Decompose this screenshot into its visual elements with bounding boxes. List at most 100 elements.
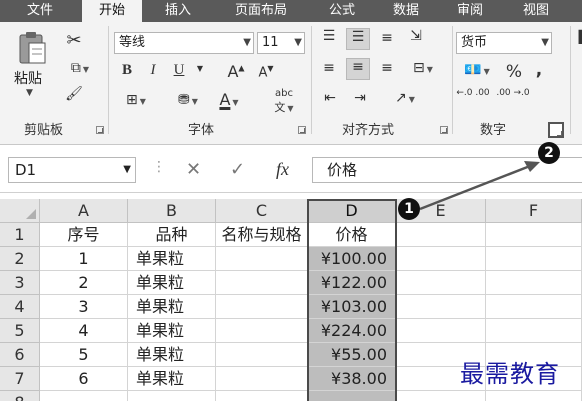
cell-d6[interactable]: ¥55.00 bbox=[308, 343, 396, 367]
cell-c5[interactable] bbox=[216, 319, 308, 343]
orientation-button[interactable]: ↗ ▼ bbox=[386, 90, 424, 106]
cell-f1[interactable] bbox=[486, 223, 582, 247]
cell-b1[interactable]: 品种 bbox=[128, 223, 216, 247]
cell-b4[interactable]: 单果粒 bbox=[128, 295, 216, 319]
decrease-indent-button[interactable]: ⇤ bbox=[318, 90, 342, 106]
format-painter-button[interactable]: 🖌 bbox=[62, 86, 86, 102]
row-header[interactable]: 1 bbox=[0, 223, 40, 247]
insert-function-icon[interactable]: fx bbox=[276, 159, 289, 180]
cell-a6[interactable]: 5 bbox=[40, 343, 128, 367]
borders-button[interactable]: ⊞ ▼ bbox=[116, 92, 156, 108]
cell-a8[interactable] bbox=[40, 391, 128, 401]
row-header[interactable]: 5 bbox=[0, 319, 40, 343]
tab-page-layout[interactable]: 页面布局 bbox=[218, 0, 304, 22]
bold-button[interactable]: B bbox=[118, 62, 136, 79]
cell-d8[interactable] bbox=[308, 391, 396, 401]
decrease-decimal-button[interactable]: .00 →.0 bbox=[496, 88, 530, 99]
cell-f2[interactable] bbox=[486, 247, 582, 271]
cell-a7[interactable]: 6 bbox=[40, 367, 128, 391]
copy-button[interactable]: ⧉ ▼ bbox=[60, 60, 100, 76]
cell-e5[interactable] bbox=[396, 319, 486, 343]
font-color-button[interactable]: A ▼ bbox=[212, 90, 246, 109]
tab-file[interactable]: 文件 bbox=[14, 0, 66, 22]
font-dialog-launcher[interactable] bbox=[298, 126, 306, 134]
cell-b7[interactable]: 单果粒 bbox=[128, 367, 216, 391]
cell-a5[interactable]: 4 bbox=[40, 319, 128, 343]
row-header[interactable]: 6 bbox=[0, 343, 40, 367]
row-header[interactable]: 2 bbox=[0, 247, 40, 271]
align-right-button[interactable]: ≡ bbox=[376, 60, 398, 76]
column-header-c[interactable]: C bbox=[216, 199, 308, 223]
cell-a3[interactable]: 2 bbox=[40, 271, 128, 295]
row-header[interactable]: 8 bbox=[0, 391, 40, 401]
column-header-f[interactable]: F bbox=[486, 199, 582, 223]
cell-d5[interactable]: ¥224.00 bbox=[308, 319, 396, 343]
cut-button[interactable]: ✂ bbox=[62, 30, 86, 51]
cell-c4[interactable] bbox=[216, 295, 308, 319]
cell-b3[interactable]: 单果粒 bbox=[128, 271, 216, 295]
grow-font-button[interactable]: A▲ bbox=[226, 62, 246, 81]
cell-d4[interactable]: ¥103.00 bbox=[308, 295, 396, 319]
italic-button[interactable]: I bbox=[144, 62, 162, 79]
row-header[interactable]: 3 bbox=[0, 271, 40, 295]
align-top-button[interactable]: ☰ bbox=[318, 28, 340, 44]
cell-e8[interactable] bbox=[396, 391, 486, 401]
tab-view[interactable]: 视图 bbox=[510, 0, 562, 22]
cell-b5[interactable]: 单果粒 bbox=[128, 319, 216, 343]
cell-c2[interactable] bbox=[216, 247, 308, 271]
align-left-button[interactable]: ≡ bbox=[318, 60, 340, 76]
tab-home[interactable]: 开始 bbox=[82, 0, 142, 22]
align-middle-button[interactable]: ☰ bbox=[346, 28, 370, 50]
select-all-corner[interactable] bbox=[0, 199, 40, 223]
cell-d1[interactable]: 价格 bbox=[308, 223, 396, 247]
enter-icon[interactable]: ✓ bbox=[230, 159, 245, 180]
align-center-button[interactable]: ≡ bbox=[346, 58, 370, 80]
tab-review[interactable]: 审阅 bbox=[444, 0, 496, 22]
cell-f5[interactable] bbox=[486, 319, 582, 343]
cell-e4[interactable] bbox=[396, 295, 486, 319]
font-size-combo[interactable]: 11 ▼ bbox=[257, 32, 305, 54]
paste-button[interactable]: 粘贴 ▼ bbox=[14, 30, 50, 110]
cell-b2[interactable]: 单果粒 bbox=[128, 247, 216, 271]
increase-decimal-button[interactable]: ←.0 .00 bbox=[456, 88, 490, 99]
row-header[interactable]: 4 bbox=[0, 295, 40, 319]
underline-button[interactable]: U bbox=[170, 62, 188, 79]
cell-b6[interactable]: 单果粒 bbox=[128, 343, 216, 367]
column-header-b[interactable]: B bbox=[128, 199, 216, 223]
cell-c3[interactable] bbox=[216, 271, 308, 295]
tab-formulas[interactable]: 公式 bbox=[316, 0, 368, 22]
row-header[interactable]: 7 bbox=[0, 367, 40, 391]
cell-a1[interactable]: 序号 bbox=[40, 223, 128, 247]
column-header-a[interactable]: A bbox=[40, 199, 128, 223]
cell-e1[interactable] bbox=[396, 223, 486, 247]
cell-a4[interactable]: 3 bbox=[40, 295, 128, 319]
cell-e3[interactable] bbox=[396, 271, 486, 295]
cell-c6[interactable] bbox=[216, 343, 308, 367]
wrap-text-button[interactable]: ⇲ bbox=[404, 28, 428, 44]
cell-a2[interactable]: 1 bbox=[40, 247, 128, 271]
currency-button[interactable]: 💶 ▼ bbox=[458, 62, 496, 78]
number-format-combo[interactable]: 货币 ▼ bbox=[456, 32, 552, 54]
clipboard-dialog-launcher[interactable] bbox=[96, 126, 104, 134]
column-header-d[interactable]: D bbox=[308, 199, 396, 223]
cell-f8[interactable] bbox=[486, 391, 582, 401]
cell-f3[interactable] bbox=[486, 271, 582, 295]
cell-d7[interactable]: ¥38.00 bbox=[308, 367, 396, 391]
cell-b8[interactable] bbox=[128, 391, 216, 401]
comma-button[interactable]: , bbox=[532, 60, 546, 80]
cell-d3[interactable]: ¥122.00 bbox=[308, 271, 396, 295]
cell-c1[interactable]: 名称与规格 bbox=[216, 223, 308, 247]
styles-group-button[interactable]: ▐ bbox=[574, 30, 582, 44]
increase-indent-button[interactable]: ⇥ bbox=[348, 90, 372, 106]
cancel-icon[interactable]: ✕ bbox=[186, 159, 201, 180]
cell-c8[interactable] bbox=[216, 391, 308, 401]
shrink-font-button[interactable]: A▼ bbox=[256, 64, 276, 80]
fill-color-button[interactable]: ⛃ ▼ bbox=[170, 92, 206, 108]
underline-dropdown[interactable]: ▼ bbox=[194, 64, 206, 73]
font-name-combo[interactable]: 等线 ▼ bbox=[114, 32, 254, 54]
tab-data[interactable]: 数据 bbox=[380, 0, 432, 22]
cell-c7[interactable] bbox=[216, 367, 308, 391]
phonetic-button[interactable]: abc 文 ▼ bbox=[262, 88, 306, 115]
number-dialog-launcher[interactable] bbox=[548, 122, 564, 138]
tab-insert[interactable]: 插入 bbox=[150, 0, 206, 22]
